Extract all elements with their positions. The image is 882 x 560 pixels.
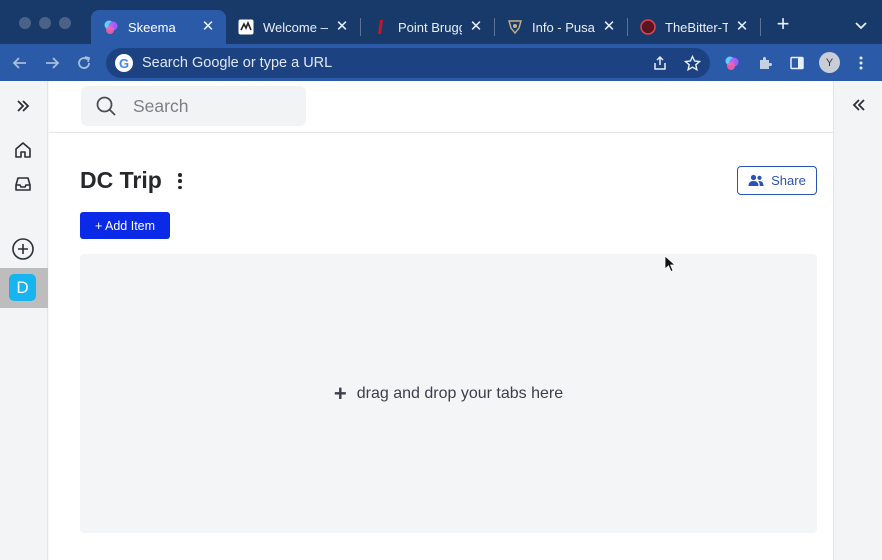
browser-tab-thebitter[interactable]: TheBitter-Ti ✕ (628, 10, 760, 44)
google-logo-icon: G (115, 54, 133, 72)
side-panel-icon[interactable] (787, 53, 807, 73)
inbox-icon[interactable] (10, 171, 36, 197)
address-bar[interactable]: G Search Google or type a URL (106, 48, 710, 78)
address-bar-placeholder: Search Google or type a URL (142, 55, 333, 71)
window-close-dot[interactable] (19, 17, 31, 29)
share-page-icon[interactable] (650, 53, 670, 73)
close-icon[interactable]: ✕ (200, 19, 216, 35)
dropzone-text: drag and drop your tabs here (356, 384, 564, 402)
browser-tab-point-bruggen[interactable]: Point Brugg ✕ (361, 10, 494, 44)
close-icon[interactable]: ✕ (468, 19, 484, 35)
close-icon[interactable]: ✕ (734, 19, 750, 35)
browser-menu-kebab-icon[interactable] (851, 53, 871, 73)
search-box[interactable] (81, 86, 306, 126)
share-button-label: Share (771, 173, 806, 188)
tab-dropzone[interactable]: + drag and drop your tabs here (80, 254, 817, 533)
thebitter-favicon-icon (640, 19, 656, 35)
tab-title: Info - Pusad (532, 19, 595, 35)
bookmark-star-icon[interactable] (682, 53, 702, 73)
browser-toolbar: G Search Google or type a URL Y (0, 44, 882, 81)
skeema-extension-icon[interactable] (722, 53, 742, 73)
browser-tab-bar: Skeema ✕ Welcome — ✕ Point Brugg ✕ Info … (0, 0, 882, 44)
close-icon[interactable]: ✕ (601, 19, 617, 35)
share-button[interactable]: Share (737, 166, 817, 195)
plus-icon: + (333, 380, 347, 406)
left-sidebar: D (0, 81, 48, 560)
welcome-favicon-icon (238, 19, 254, 35)
point-bruggen-favicon-icon (373, 19, 389, 35)
pusad-favicon-icon (507, 19, 523, 35)
tab-title: Welcome — (263, 19, 328, 35)
tab-title: Point Brugg (398, 19, 462, 35)
tab-title: TheBitter-Ti (665, 19, 728, 35)
space-badge: D (9, 274, 36, 301)
browser-tab-skeema[interactable]: Skeema ✕ (91, 10, 226, 44)
browser-tab-info-pusad[interactable]: Info - Pusad ✕ (495, 10, 627, 44)
back-arrow-icon[interactable] (9, 52, 31, 74)
add-space-circle-plus-icon[interactable] (10, 236, 36, 262)
tab-title: Skeema (128, 19, 176, 35)
skeema-logo-icon (103, 19, 119, 35)
right-sidebar (833, 81, 882, 560)
tab-separator (760, 18, 761, 36)
more-options-kebab-icon[interactable] (173, 172, 187, 190)
forward-arrow-icon[interactable] (41, 52, 63, 74)
reload-icon[interactable] (73, 52, 95, 74)
collapse-panel-chevrons-left-icon[interactable] (849, 95, 869, 115)
extensions-puzzle-icon[interactable] (755, 53, 775, 73)
home-icon[interactable] (10, 137, 36, 163)
sidebar-item-dc-trip[interactable]: D (0, 268, 48, 308)
main-content: DC Trip Share + Add Item + drag and drop… (49, 81, 833, 560)
mouse-cursor-icon (664, 255, 677, 273)
window-minimize-dot[interactable] (39, 17, 51, 29)
search-icon (95, 95, 117, 117)
profile-avatar[interactable]: Y (819, 52, 840, 73)
browser-tab-welcome[interactable]: Welcome — ✕ (226, 10, 360, 44)
search-input[interactable] (133, 95, 283, 117)
expand-sidebar-chevrons-right-icon[interactable] (10, 93, 36, 119)
top-search-strip (49, 81, 833, 133)
page-title: DC Trip (80, 167, 162, 193)
tab-search-chevron-down-icon[interactable] (852, 16, 870, 34)
users-icon (748, 174, 764, 187)
window-zoom-dot[interactable] (59, 17, 71, 29)
close-icon[interactable]: ✕ (334, 19, 350, 35)
new-tab-button[interactable]: + (772, 13, 794, 36)
add-item-button[interactable]: + Add Item (80, 212, 170, 239)
